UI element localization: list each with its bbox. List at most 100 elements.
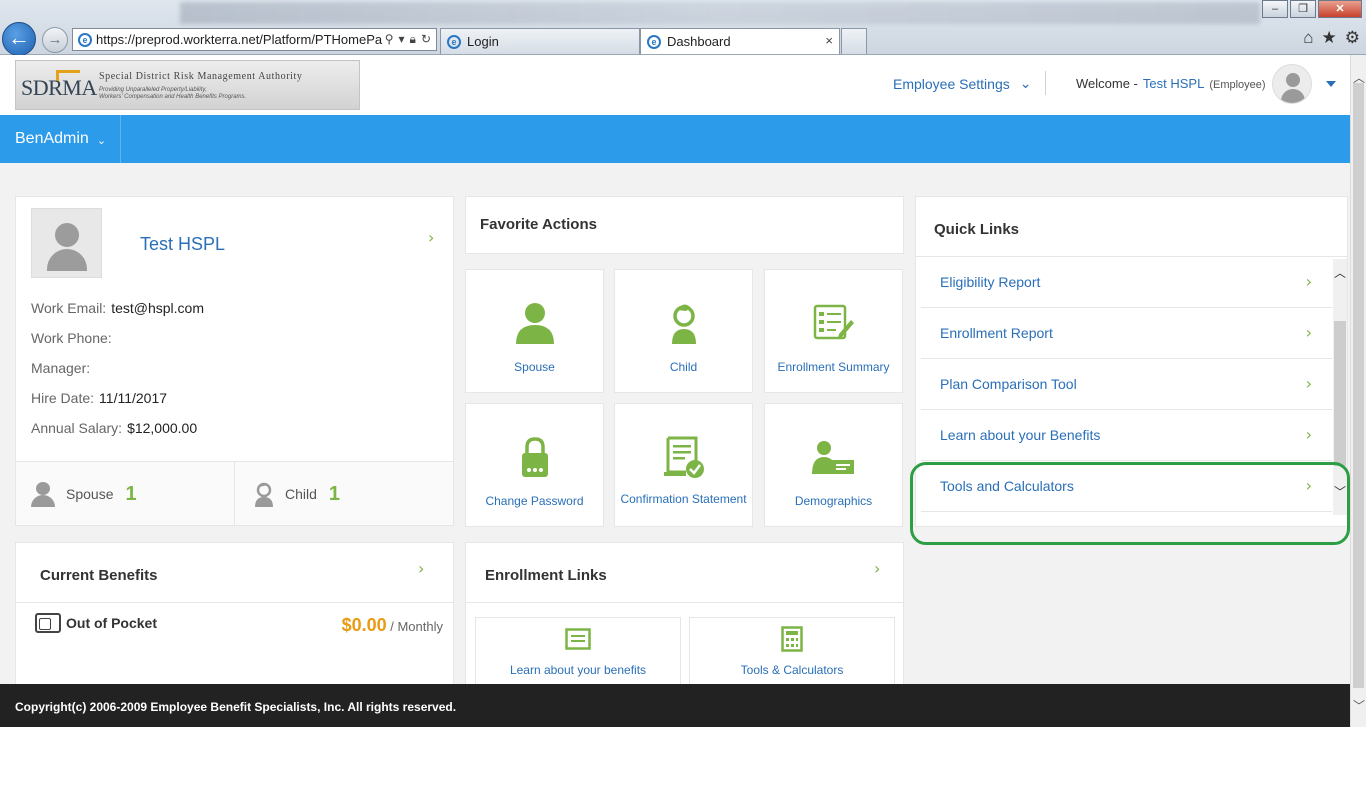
scroll-up-icon[interactable]: ︿ (1334, 264, 1346, 281)
enrollment-links-card: Enrollment Links › Learn about your bene… (465, 542, 904, 684)
user-name[interactable]: Test HSPL (1143, 76, 1204, 91)
child-label: Child (285, 486, 317, 502)
chevron-right-icon: › (1305, 323, 1312, 342)
page-scrollbar[interactable]: ︿ ﹀ (1350, 55, 1366, 727)
profile-name[interactable]: Test HSPL (140, 234, 225, 255)
browser-toolbar-icons: ⌂ ★ ⚙ (1303, 28, 1360, 48)
logo-org-name: Special District Risk Management Authori… (99, 71, 303, 82)
field-value: test@hspl.com (111, 300, 205, 316)
employee-settings-menu[interactable]: Employee Settings ⌄ (893, 75, 1031, 92)
logo-mark: SDRMA (21, 75, 97, 100)
ie-icon: e (447, 34, 461, 49)
search-icon[interactable]: ⚲ (385, 32, 394, 47)
amount-value: $0.00 (341, 615, 387, 635)
employee-settings-label: Employee Settings (893, 75, 1010, 92)
tile-change-password[interactable]: Change Password (465, 403, 604, 527)
page-scrollbar-thumb[interactable] (1353, 83, 1364, 688)
lock-icon (521, 437, 548, 477)
tab-login[interactable]: e Login (440, 28, 640, 54)
benadmin-menu[interactable]: BenAdmin ⌄ (0, 115, 121, 163)
chevron-down-icon: ⌄ (96, 135, 107, 147)
app-header: SDRMA Special District Risk Management A… (0, 55, 1350, 115)
child-count[interactable]: Child 1 (235, 462, 453, 526)
photo-body (47, 249, 87, 271)
ie-icon: e (647, 34, 661, 49)
quick-link-learn-about-benefits[interactable]: Learn about your Benefits › (921, 410, 1332, 461)
welcome-label: Welcome - (1076, 76, 1138, 91)
quick-link-enrollment-report[interactable]: Enrollment Report › (921, 308, 1332, 359)
child-count-value: 1 (328, 482, 341, 505)
back-button[interactable]: ← (2, 22, 36, 56)
enrollment-links-chevron-right-icon[interactable]: › (874, 559, 880, 578)
home-icon[interactable]: ⌂ (1303, 28, 1313, 48)
amount-period: / Monthly (390, 619, 443, 634)
welcome-text: Welcome - Test HSPL (Employee) (1076, 76, 1266, 91)
close-tab-icon[interactable]: × (825, 33, 833, 48)
sdrma-logo[interactable]: SDRMA Special District Risk Management A… (15, 60, 360, 110)
window-close-button[interactable]: ✕ (1318, 0, 1362, 18)
scrollbar-thumb[interactable] (1334, 321, 1346, 466)
current-benefits-card: Current Benefits › Out of Pocket $0.00 /… (15, 542, 454, 684)
dropdown-icon[interactable]: ▾ (399, 32, 405, 47)
page-footer: Copyright(c) 2006-2009 Employee Benefit … (0, 684, 1350, 727)
user-menu-caret-icon[interactable] (1326, 81, 1336, 87)
field-work-phone: Work Phone: (31, 330, 204, 360)
child-icon (255, 482, 273, 507)
quick-links-title: Quick Links (934, 221, 1020, 238)
quick-link-plan-comparison-tool[interactable]: Plan Comparison Tool › (921, 359, 1332, 410)
tile-child[interactable]: Child (614, 269, 753, 393)
minimize-button[interactable]: – (1262, 0, 1288, 18)
field-manager: Manager: (31, 360, 204, 390)
logo-tagline-1: Providing Unparalleled Property/Liabilit… (99, 87, 207, 93)
field-label: Annual Salary: (31, 420, 123, 436)
background-tabs (180, 2, 1260, 24)
spouse-icon-body (31, 495, 55, 507)
field-value: 11/11/2017 (99, 390, 168, 406)
new-tab-button[interactable] (841, 28, 867, 54)
current-benefits-chevron-right-icon[interactable]: › (418, 559, 424, 578)
document-lines-icon (565, 628, 591, 650)
wallet-icon (35, 613, 61, 633)
field-label: Hire Date: (31, 390, 95, 406)
spouse-label: Spouse (66, 486, 114, 502)
quick-link-label: Learn about your Benefits (940, 427, 1101, 443)
tab-label: Login (467, 34, 499, 49)
lock-icon[interactable]: 🔒︎ (410, 32, 416, 47)
profile-fields: Work Email: test@hspl.com Work Phone: Man… (31, 300, 204, 450)
field-work-email: Work Email: test@hspl.com (31, 300, 204, 330)
main-nav: BenAdmin ⌄ (0, 115, 1350, 163)
field-label: Manager: (31, 360, 91, 376)
settings-gear-icon[interactable]: ⚙ (1345, 28, 1360, 48)
profile-chevron-right-icon[interactable]: › (428, 228, 434, 247)
tile-label: Child (669, 360, 698, 374)
id-card-icon (811, 441, 854, 474)
favorites-star-icon[interactable]: ★ (1322, 28, 1337, 48)
photo-head (55, 223, 79, 247)
enrollment-link-learn-benefits[interactable]: Learn about your benefits (475, 617, 681, 684)
forward-button[interactable]: → (42, 27, 68, 53)
current-benefits-title: Current Benefits (40, 567, 158, 584)
spouse-count[interactable]: Spouse 1 (16, 462, 235, 526)
address-bar[interactable]: e https://preprod.workterra.net/Platform… (72, 28, 437, 51)
tab-dashboard[interactable]: e Dashboard × (640, 28, 840, 54)
calculator-icon (781, 626, 803, 652)
tile-confirmation-statement[interactable]: Confirmation Statement (614, 403, 753, 527)
tile-enrollment-summary[interactable]: Enrollment Summary (764, 269, 903, 393)
enrollment-links-title: Enrollment Links (485, 567, 607, 584)
avatar[interactable] (1272, 64, 1312, 104)
tile-label: Confirmation Statement (620, 492, 747, 506)
address-tools: ⚲ ▾ 🔒︎ ↻ (385, 32, 431, 47)
address-url[interactable]: https://preprod.workterra.net/Platform/P… (96, 32, 385, 47)
divider (466, 602, 903, 603)
tile-label: Enrollment Summary (777, 360, 890, 374)
refresh-icon[interactable]: ↻ (421, 32, 431, 47)
restore-button[interactable]: ❐ (1290, 0, 1316, 18)
quick-link-eligibility-report[interactable]: Eligibility Report › (921, 257, 1332, 308)
ie-icon: e (78, 32, 92, 47)
quick-link-label: Enrollment Report (940, 325, 1053, 341)
favorite-actions-title: Favorite Actions (480, 216, 597, 233)
scroll-down-icon[interactable]: ﹀ (1353, 697, 1365, 714)
tile-demographics[interactable]: Demographics (764, 403, 903, 527)
tile-spouse[interactable]: Spouse (465, 269, 604, 393)
enrollment-link-tools-calculators[interactable]: Tools & Calculators (689, 617, 895, 684)
